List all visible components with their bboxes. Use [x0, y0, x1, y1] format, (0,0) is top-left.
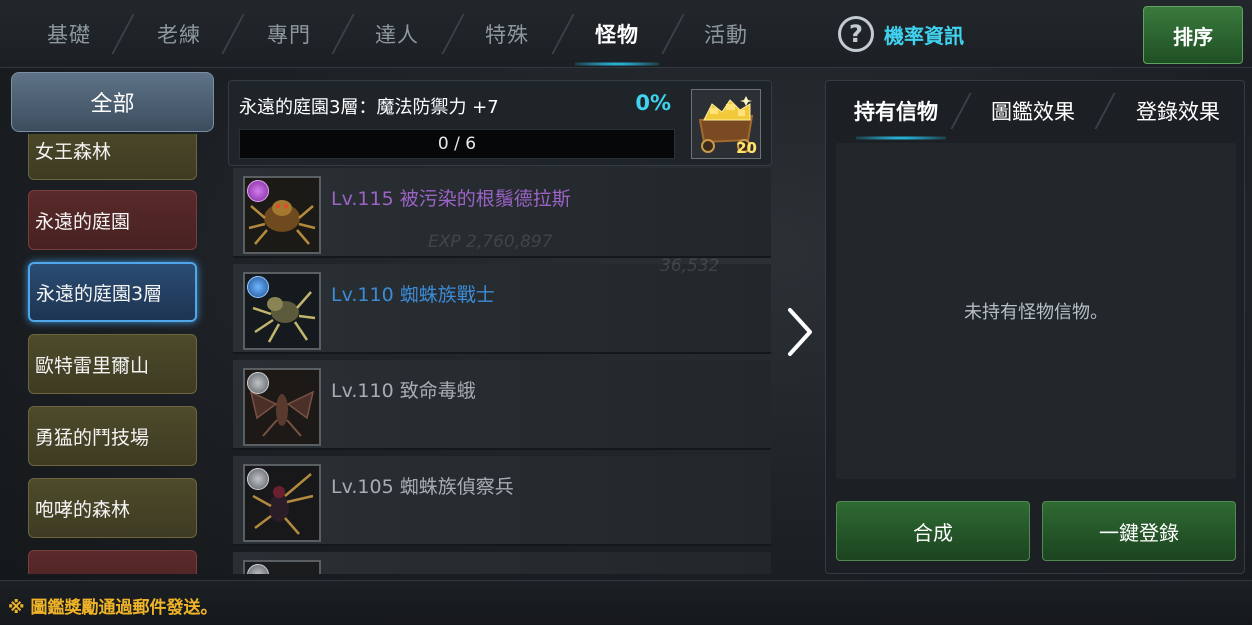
register-all-button[interactable]: 一鍵登錄	[1042, 501, 1236, 561]
all-category-button[interactable]: 全部	[11, 72, 214, 132]
monster-row[interactable]: Lv.110 致命毒蛾	[233, 360, 771, 450]
rarity-badge-icon	[247, 276, 269, 298]
progress-count: 0 / 6	[437, 134, 477, 154]
monster-row[interactable]	[233, 552, 771, 574]
probability-info-link[interactable]: 機率資訊	[884, 20, 964, 49]
monster-name: Lv.105 蜘蛛族偵察兵	[331, 476, 514, 498]
rarity-badge-icon	[247, 468, 269, 490]
footer-bar: ※ 圖鑑獎勵通過郵件發送。	[0, 580, 1252, 625]
tab-master[interactable]: 達人	[342, 0, 452, 68]
tab-collection-effect[interactable]: 圖鑑效果	[963, 81, 1103, 141]
combine-button[interactable]: 合成	[836, 501, 1030, 561]
category-item[interactable]	[28, 550, 197, 574]
monster-thumbnail	[243, 176, 321, 254]
category-list[interactable]: 女王森林 永遠的庭園 永遠的庭園3層 歐特雷里爾山 勇猛的鬥技場 咆哮的森林	[20, 134, 215, 574]
rarity-badge-icon	[247, 564, 269, 574]
category-item-otrerir-mountain[interactable]: 歐特雷里爾山	[28, 334, 197, 394]
tab-register-effect[interactable]: 登錄效果	[1108, 81, 1248, 141]
reward-count: 20	[736, 139, 757, 157]
tab-owned-tokens[interactable]: 持有信物	[826, 81, 966, 141]
collection-progress-panel: 永遠的庭園3層：魔法防禦力 +7 0% 0 / 6 20	[228, 80, 772, 166]
tab-special[interactable]: 特殊	[452, 0, 562, 68]
category-item-eternal-garden-3f[interactable]: 永遠的庭園3層	[28, 262, 197, 322]
active-tab-indicator	[856, 136, 946, 140]
rarity-badge-icon	[247, 180, 269, 202]
rarity-badge-icon	[247, 372, 269, 394]
token-list-area: 未持有怪物信物。	[836, 143, 1236, 479]
background-exp-text: EXP 2,760,897	[428, 232, 553, 252]
category-item-roaring-forest[interactable]: 咆哮的森林	[28, 478, 197, 538]
monster-list[interactable]: Lv.115 被污染的根鬚德拉斯 Lv.110 蜘蛛族戰士 Lv.110 致命毒	[233, 168, 773, 574]
category-item-queen-forest[interactable]: 女王森林	[28, 134, 197, 180]
tab-veteran[interactable]: 老練	[124, 0, 234, 68]
background-gold-text: 36,532	[660, 256, 720, 276]
monster-row[interactable]: Lv.110 蜘蛛族戰士	[233, 264, 771, 354]
monster-thumbnail	[243, 560, 321, 574]
monster-name: Lv.115 被污染的根鬚德拉斯	[331, 188, 571, 210]
collection-title: 永遠的庭園3層：魔法防禦力 +7	[239, 97, 499, 118]
tab-basic[interactable]: 基礎	[14, 0, 124, 68]
footer-note: ※ 圖鑑獎勵通過郵件發送。	[8, 598, 218, 618]
monster-thumbnail	[243, 272, 321, 350]
collection-percent: 0%	[635, 91, 671, 115]
active-tab-indicator	[575, 62, 659, 66]
category-item-eternal-garden[interactable]: 永遠的庭園	[28, 190, 197, 250]
sort-button[interactable]: 排序	[1143, 6, 1243, 64]
monster-name: Lv.110 蜘蛛族戰士	[331, 284, 495, 306]
collection-progress-bar: 0 / 6	[239, 129, 675, 159]
monster-name: Lv.110 致命毒蛾	[331, 380, 476, 402]
reward-item-slot[interactable]: 20	[691, 89, 761, 159]
tab-expert[interactable]: 專門	[234, 0, 344, 68]
token-panel: 持有信物 圖鑑效果 登錄效果 未持有怪物信物。 合成 一鍵登錄	[825, 80, 1245, 574]
top-tab-bar: 基礎 老練 專門 達人 特殊 怪物 活動 ? 機率資訊 排序	[0, 0, 1252, 68]
monster-row[interactable]: Lv.105 蜘蛛族偵察兵	[233, 456, 771, 546]
tab-event[interactable]: 活動	[671, 0, 781, 68]
empty-message: 未持有怪物信物。	[964, 302, 1108, 323]
monster-thumbnail	[243, 368, 321, 446]
monster-thumbnail	[243, 464, 321, 542]
chevron-right-icon[interactable]	[778, 300, 822, 364]
category-item-brave-arena[interactable]: 勇猛的鬥技場	[28, 406, 197, 466]
tab-monster[interactable]: 怪物	[562, 0, 672, 68]
help-icon[interactable]: ?	[838, 16, 874, 52]
